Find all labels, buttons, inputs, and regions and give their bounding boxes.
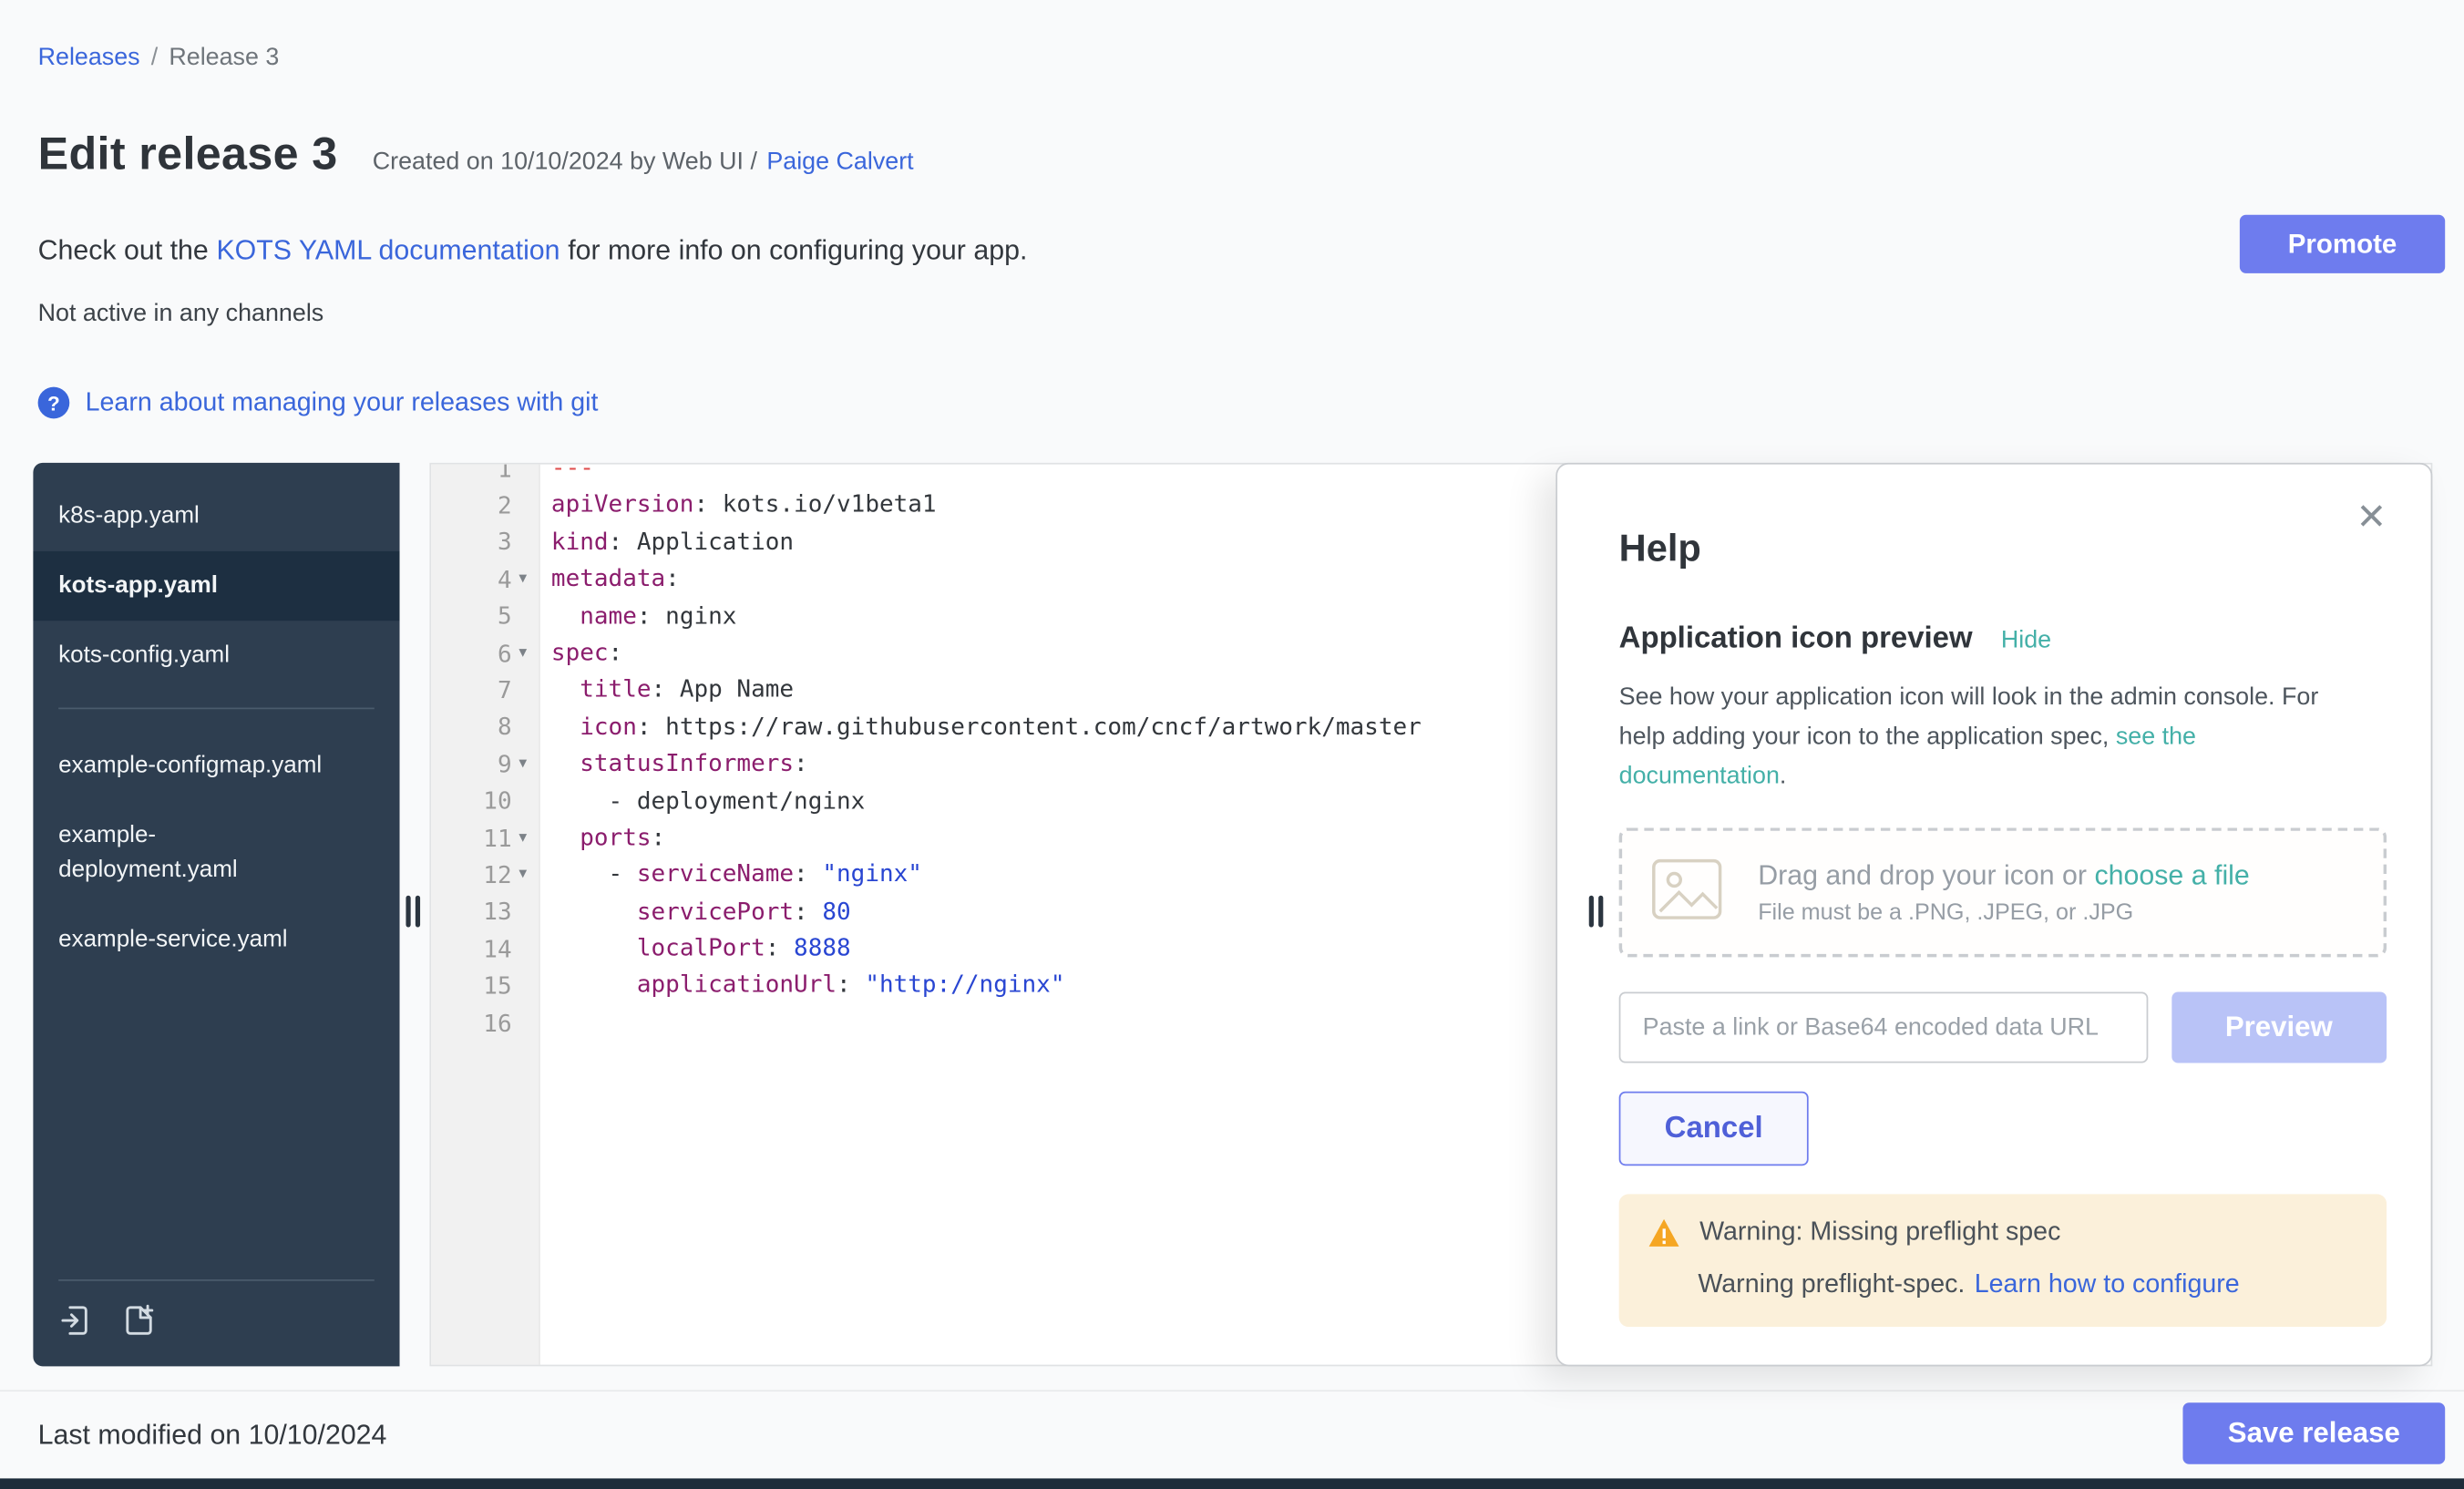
fold-caret-icon[interactable]: ▾ bbox=[512, 755, 534, 773]
gutter-line: 9▾ bbox=[431, 745, 539, 783]
dropzone-subtext: File must be a .PNG, .JPEG, or .JPG bbox=[1758, 901, 2250, 927]
doc-prefix: Check out the bbox=[38, 234, 209, 267]
gutter-line: 11▾ bbox=[431, 819, 539, 857]
icon-preview-title: Application icon preview bbox=[1619, 622, 1973, 657]
sidebar-item-kots-config-yaml[interactable]: kots-config.yaml bbox=[33, 620, 399, 689]
line-number: 7 bbox=[498, 676, 512, 704]
gutter-line: 15 bbox=[431, 968, 539, 1005]
hide-link[interactable]: Hide bbox=[2001, 627, 2051, 655]
image-placeholder-icon bbox=[1650, 857, 1723, 929]
editor-gutter: 1234▾56▾789▾1011▾12▾13141516 bbox=[431, 463, 539, 1042]
warning-title: Warning: Missing preflight spec bbox=[1699, 1218, 2060, 1248]
line-number: 2 bbox=[498, 491, 512, 519]
gutter-line: 6▾ bbox=[431, 635, 539, 673]
sidebar-item-example-deployment-yaml[interactable]: example-deployment.yaml bbox=[33, 801, 399, 905]
sidebar-divider bbox=[58, 708, 375, 710]
preview-button[interactable]: Preview bbox=[2171, 992, 2387, 1063]
kots-yaml-doc-link[interactable]: KOTS YAML documentation bbox=[216, 234, 560, 267]
gutter-line: 1 bbox=[431, 463, 539, 488]
fold-caret-icon[interactable]: ▾ bbox=[512, 570, 534, 588]
new-file-icon[interactable] bbox=[121, 1303, 156, 1338]
channel-status: Not active in any channels bbox=[38, 300, 324, 328]
fold-caret-icon[interactable]: ▾ bbox=[512, 867, 534, 884]
gutter-line: 2 bbox=[431, 488, 539, 525]
pane-resize-handle-right[interactable] bbox=[1589, 896, 1604, 928]
gutter-line: 10 bbox=[431, 783, 539, 820]
help-panel: ✕ Help Application icon preview Hide See… bbox=[1555, 463, 2432, 1366]
file-tree-sidebar: k8s-app.yamlkots-app.yamlkots-config.yam… bbox=[33, 463, 399, 1366]
save-release-button[interactable]: Save release bbox=[2182, 1402, 2445, 1464]
page-title: Edit release 3 bbox=[38, 129, 338, 181]
sidebar-item-kots-app-yaml[interactable]: kots-app.yaml bbox=[33, 550, 399, 620]
gutter-line: 5 bbox=[431, 598, 539, 635]
gutter-line: 12▾ bbox=[431, 857, 539, 894]
gutter-line: 8 bbox=[431, 709, 539, 746]
icon-dropzone[interactable]: Drag and drop your icon or choose a file… bbox=[1619, 828, 2387, 958]
description-period: . bbox=[1780, 764, 1786, 790]
warning-box: Warning: Missing preflight spec Warning … bbox=[1619, 1195, 2387, 1328]
pane-resize-handle-left[interactable] bbox=[406, 896, 420, 928]
fold-caret-icon[interactable]: ▾ bbox=[512, 829, 534, 847]
cancel-button[interactable]: Cancel bbox=[1619, 1092, 1809, 1166]
breadcrumb-releases-link[interactable]: Releases bbox=[38, 45, 140, 73]
icon-preview-description: See how your application icon will look … bbox=[1619, 678, 2362, 797]
warning-icon bbox=[1648, 1218, 1680, 1248]
line-number: 3 bbox=[498, 529, 512, 557]
gutter-line: 4▾ bbox=[431, 561, 539, 599]
warning-body: Warning preflight-spec. bbox=[1698, 1270, 1965, 1300]
gutter-line: 13 bbox=[431, 894, 539, 931]
description-text: See how your application icon will look … bbox=[1619, 684, 2319, 751]
line-number: 9 bbox=[498, 750, 512, 778]
sidebar-file-list: k8s-app.yamlkots-app.yamlkots-config.yam… bbox=[33, 463, 399, 689]
line-number: 8 bbox=[498, 713, 512, 741]
sidebar-example-list: example-configmap.yamlexample-deployment… bbox=[33, 728, 399, 973]
choose-file-link[interactable]: choose a file bbox=[2094, 860, 2249, 892]
line-number: 4 bbox=[498, 565, 512, 593]
line-number: 13 bbox=[483, 898, 511, 926]
line-number: 5 bbox=[498, 602, 512, 631]
last-modified-text: Last modified on 10/10/2024 bbox=[38, 1419, 387, 1452]
page: Releases / Release 3 Edit release 3 Crea… bbox=[0, 0, 2464, 1489]
gutter-line: 14 bbox=[431, 930, 539, 968]
breadcrumb: Releases / Release 3 bbox=[38, 45, 280, 73]
line-number: 1 bbox=[498, 463, 512, 483]
doc-line: Check out the KOTS YAML documentation fo… bbox=[38, 234, 1028, 267]
warning-configure-link[interactable]: Learn how to configure bbox=[1975, 1270, 2240, 1300]
sidebar-item-example-configmap-yaml[interactable]: example-configmap.yaml bbox=[33, 732, 399, 801]
line-number: 6 bbox=[498, 639, 512, 667]
sidebar-item-example-service-yaml[interactable]: example-service.yaml bbox=[33, 904, 399, 973]
close-icon[interactable]: ✕ bbox=[2356, 499, 2387, 536]
line-number: 10 bbox=[483, 787, 511, 816]
promote-button[interactable]: Promote bbox=[2240, 215, 2445, 273]
footer-divider bbox=[0, 1390, 2464, 1391]
gutter-line: 7 bbox=[431, 672, 539, 709]
sidebar-bottom bbox=[33, 1279, 399, 1366]
dropzone-text: Drag and drop your icon or bbox=[1758, 860, 2087, 892]
doc-suffix: for more info on configuring your app. bbox=[568, 234, 1027, 267]
line-number: 12 bbox=[483, 861, 511, 889]
author-link[interactable]: Paige Calvert bbox=[766, 149, 913, 177]
created-text: Created on 10/10/2024 by Web UI / bbox=[373, 149, 757, 177]
icon-url-input[interactable] bbox=[1619, 992, 2148, 1063]
breadcrumb-current: Release 3 bbox=[169, 45, 279, 73]
breadcrumb-separator: / bbox=[151, 45, 158, 73]
help-title: Help bbox=[1619, 528, 2387, 572]
sidebar-item-k8s-app-yaml[interactable]: k8s-app.yaml bbox=[33, 482, 399, 551]
gutter-line: 16 bbox=[431, 1004, 539, 1042]
question-icon: ? bbox=[38, 387, 70, 419]
fold-caret-icon[interactable]: ▾ bbox=[512, 644, 534, 662]
line-number: 15 bbox=[483, 971, 511, 1000]
gutter-line: 3 bbox=[431, 524, 539, 561]
git-help-link[interactable]: ? Learn about managing your releases wit… bbox=[38, 387, 599, 419]
line-number: 11 bbox=[483, 824, 511, 852]
upload-file-icon[interactable] bbox=[58, 1303, 93, 1338]
git-help-label: Learn about managing your releases with … bbox=[86, 388, 599, 418]
line-number: 14 bbox=[483, 935, 511, 963]
line-number: 16 bbox=[483, 1009, 511, 1037]
release-workspace: k8s-app.yamlkots-app.yamlkots-config.yam… bbox=[33, 463, 2432, 1366]
created-info: Created on 10/10/2024 by Web UI / Paige … bbox=[373, 149, 914, 177]
page-header: Edit release 3 Created on 10/10/2024 by … bbox=[38, 129, 914, 181]
bottom-dark-bar bbox=[0, 1478, 2464, 1489]
